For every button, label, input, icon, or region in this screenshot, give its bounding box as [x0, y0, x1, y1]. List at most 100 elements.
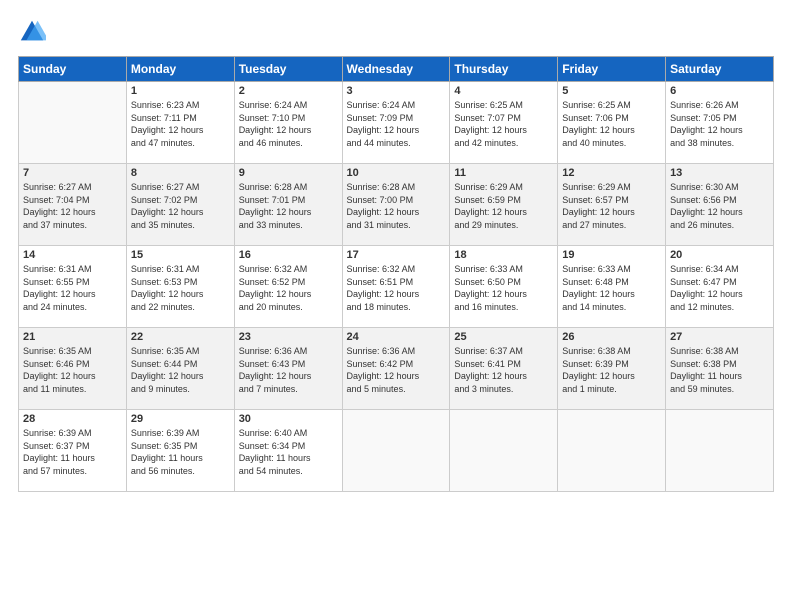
calendar-cell: 3Sunrise: 6:24 AM Sunset: 7:09 PM Daylig…	[342, 82, 450, 164]
calendar-cell: 15 Sunrise: 6:31 AM Sunset: 6:53 PM Dayli…	[126, 246, 234, 328]
day-number: 30	[239, 413, 338, 425]
day-number: 17	[347, 249, 446, 261]
weekday-header-sunday: Sunday	[19, 57, 127, 82]
day-info: Sunrise: 6:36 AM Sunset: 6:42 PM Dayligh…	[347, 345, 446, 395]
calendar-cell: 16 Sunrise: 6:32 AM Sunset: 6:52 PM Dayli…	[234, 246, 342, 328]
weekday-header-friday: Friday	[558, 57, 666, 82]
calendar-cell: 21 Sunrise: 6:35 AM Sunset: 6:46 PM Dayli…	[19, 328, 127, 410]
calendar-cell: 17 Sunrise: 6:32 AM Sunset: 6:51 PM Dayli…	[342, 246, 450, 328]
day-number: 29	[131, 413, 230, 425]
day-info: Sunrise: 6:35 AM Sunset: 6:46 PM Dayligh…	[23, 345, 122, 395]
day-info: Sunrise: 6:28 AM Sunset: 7:00 PM Dayligh…	[347, 181, 446, 231]
calendar-cell: 26 Sunrise: 6:38 AM Sunset: 6:39 PM Dayli…	[558, 328, 666, 410]
day-number: 25	[454, 331, 553, 343]
day-info: Sunrise: 6:30 AM Sunset: 6:56 PM Dayligh…	[670, 181, 769, 231]
day-info: Sunrise: 6:24 AM Sunset: 7:10 PM Dayligh…	[239, 99, 338, 149]
day-number: 10	[347, 167, 446, 179]
calendar-cell: 2 Sunrise: 6:24 AM Sunset: 7:10 PM Daylig…	[234, 82, 342, 164]
calendar-cell: 6 Sunrise: 6:26 AM Sunset: 7:05 PM Daylig…	[666, 82, 774, 164]
calendar-cell: 13Sunrise: 6:30 AM Sunset: 6:56 PM Dayli…	[666, 164, 774, 246]
day-info: Sunrise: 6:39 AM Sunset: 6:37 PM Dayligh…	[23, 427, 122, 477]
day-number: 3	[347, 85, 446, 97]
day-info: Sunrise: 6:32 AM Sunset: 6:52 PM Dayligh…	[239, 263, 338, 313]
day-number: 1	[131, 85, 230, 97]
calendar-week-row: 28Sunrise: 6:39 AM Sunset: 6:37 PM Dayli…	[19, 410, 774, 492]
calendar-cell: 10 Sunrise: 6:28 AM Sunset: 7:00 PM Dayli…	[342, 164, 450, 246]
day-number: 4	[454, 85, 553, 97]
day-info: Sunrise: 6:29 AM Sunset: 6:59 PM Dayligh…	[454, 181, 553, 231]
weekday-header-thursday: Thursday	[450, 57, 558, 82]
calendar-cell: 19Sunrise: 6:33 AM Sunset: 6:48 PM Dayli…	[558, 246, 666, 328]
calendar-cell: 29Sunrise: 6:39 AM Sunset: 6:35 PM Dayli…	[126, 410, 234, 492]
day-info: Sunrise: 6:25 AM Sunset: 7:06 PM Dayligh…	[562, 99, 661, 149]
calendar-cell: 25 Sunrise: 6:37 AM Sunset: 6:41 PM Dayli…	[450, 328, 558, 410]
calendar-week-row: 14 Sunrise: 6:31 AM Sunset: 6:55 PM Dayli…	[19, 246, 774, 328]
calendar-cell: 5 Sunrise: 6:25 AM Sunset: 7:06 PM Daylig…	[558, 82, 666, 164]
calendar-week-row: 7 Sunrise: 6:27 AM Sunset: 7:04 PM Daylig…	[19, 164, 774, 246]
day-info: Sunrise: 6:27 AM Sunset: 7:04 PM Dayligh…	[23, 181, 122, 231]
page-header	[18, 18, 774, 46]
calendar-cell: 14 Sunrise: 6:31 AM Sunset: 6:55 PM Dayli…	[19, 246, 127, 328]
day-info: Sunrise: 6:23 AM Sunset: 7:11 PM Dayligh…	[131, 99, 230, 149]
calendar-cell: 20 Sunrise: 6:34 AM Sunset: 6:47 PM Dayli…	[666, 246, 774, 328]
calendar-cell	[450, 410, 558, 492]
day-number: 14	[23, 249, 122, 261]
day-info: Sunrise: 6:32 AM Sunset: 6:51 PM Dayligh…	[347, 263, 446, 313]
day-number: 2	[239, 85, 338, 97]
day-info: Sunrise: 6:26 AM Sunset: 7:05 PM Dayligh…	[670, 99, 769, 149]
calendar-cell: 23Sunrise: 6:36 AM Sunset: 6:43 PM Dayli…	[234, 328, 342, 410]
calendar-header-row: SundayMondayTuesdayWednesdayThursdayFrid…	[19, 57, 774, 82]
day-number: 11	[454, 167, 553, 179]
calendar-cell	[666, 410, 774, 492]
calendar-cell: 1 Sunrise: 6:23 AM Sunset: 7:11 PM Daylig…	[126, 82, 234, 164]
day-number: 18	[454, 249, 553, 261]
calendar-cell: 4 Sunrise: 6:25 AM Sunset: 7:07 PM Daylig…	[450, 82, 558, 164]
weekday-header-tuesday: Tuesday	[234, 57, 342, 82]
calendar-week-row: 21 Sunrise: 6:35 AM Sunset: 6:46 PM Dayli…	[19, 328, 774, 410]
calendar-cell: 18Sunrise: 6:33 AM Sunset: 6:50 PM Dayli…	[450, 246, 558, 328]
calendar-week-row: 1 Sunrise: 6:23 AM Sunset: 7:11 PM Daylig…	[19, 82, 774, 164]
day-number: 12	[562, 167, 661, 179]
weekday-header-wednesday: Wednesday	[342, 57, 450, 82]
calendar-cell: 8 Sunrise: 6:27 AM Sunset: 7:02 PM Daylig…	[126, 164, 234, 246]
day-info: Sunrise: 6:29 AM Sunset: 6:57 PM Dayligh…	[562, 181, 661, 231]
weekday-header-monday: Monday	[126, 57, 234, 82]
day-number: 27	[670, 331, 769, 343]
day-number: 16	[239, 249, 338, 261]
calendar-cell: 12 Sunrise: 6:29 AM Sunset: 6:57 PM Dayli…	[558, 164, 666, 246]
day-number: 21	[23, 331, 122, 343]
day-number: 23	[239, 331, 338, 343]
logo-icon	[18, 18, 46, 46]
calendar-cell: 9Sunrise: 6:28 AM Sunset: 7:01 PM Daylig…	[234, 164, 342, 246]
calendar-cell	[558, 410, 666, 492]
day-info: Sunrise: 6:31 AM Sunset: 6:55 PM Dayligh…	[23, 263, 122, 313]
day-number: 9	[239, 167, 338, 179]
day-number: 5	[562, 85, 661, 97]
calendar-cell: 22Sunrise: 6:35 AM Sunset: 6:44 PM Dayli…	[126, 328, 234, 410]
day-number: 7	[23, 167, 122, 179]
day-info: Sunrise: 6:38 AM Sunset: 6:39 PM Dayligh…	[562, 345, 661, 395]
day-number: 8	[131, 167, 230, 179]
weekday-header-saturday: Saturday	[666, 57, 774, 82]
day-number: 26	[562, 331, 661, 343]
day-number: 22	[131, 331, 230, 343]
calendar-cell: 7 Sunrise: 6:27 AM Sunset: 7:04 PM Daylig…	[19, 164, 127, 246]
day-info: Sunrise: 6:31 AM Sunset: 6:53 PM Dayligh…	[131, 263, 230, 313]
day-info: Sunrise: 6:34 AM Sunset: 6:47 PM Dayligh…	[670, 263, 769, 313]
day-number: 6	[670, 85, 769, 97]
calendar-cell	[19, 82, 127, 164]
day-info: Sunrise: 6:27 AM Sunset: 7:02 PM Dayligh…	[131, 181, 230, 231]
calendar-cell: 24 Sunrise: 6:36 AM Sunset: 6:42 PM Dayli…	[342, 328, 450, 410]
day-number: 24	[347, 331, 446, 343]
calendar-cell: 11 Sunrise: 6:29 AM Sunset: 6:59 PM Dayli…	[450, 164, 558, 246]
day-info: Sunrise: 6:37 AM Sunset: 6:41 PM Dayligh…	[454, 345, 553, 395]
day-number: 20	[670, 249, 769, 261]
day-info: Sunrise: 6:38 AM Sunset: 6:38 PM Dayligh…	[670, 345, 769, 395]
calendar-table: SundayMondayTuesdayWednesdayThursdayFrid…	[18, 56, 774, 492]
logo	[18, 18, 48, 46]
calendar-cell: 27 Sunrise: 6:38 AM Sunset: 6:38 PM Dayli…	[666, 328, 774, 410]
day-number: 15	[131, 249, 230, 261]
day-number: 19	[562, 249, 661, 261]
day-info: Sunrise: 6:25 AM Sunset: 7:07 PM Dayligh…	[454, 99, 553, 149]
calendar-cell	[342, 410, 450, 492]
